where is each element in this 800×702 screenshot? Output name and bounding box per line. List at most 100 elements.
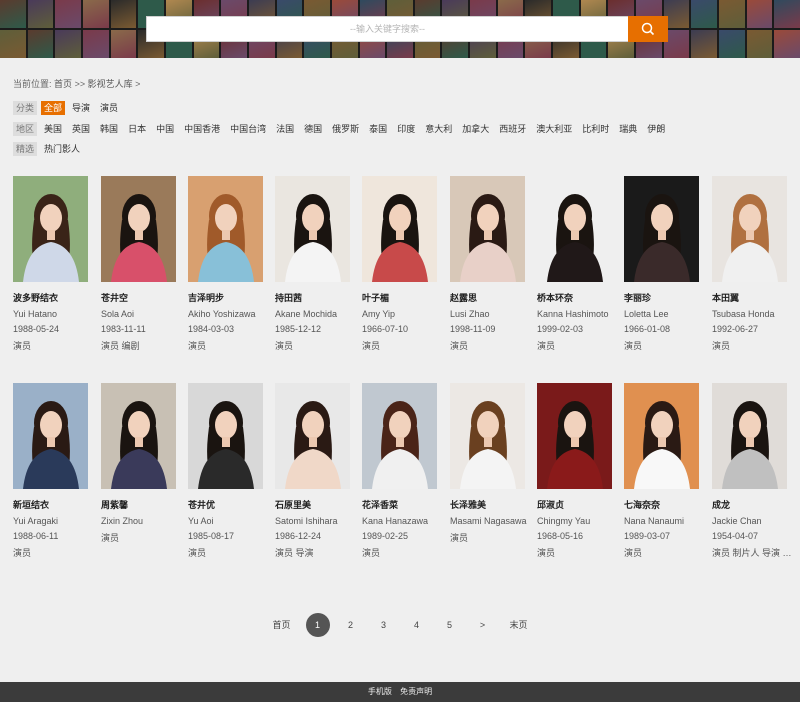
person-name[interactable]: 本田翼 bbox=[712, 291, 788, 304]
filter-option[interactable]: 演员 bbox=[97, 101, 121, 115]
person-photo[interactable] bbox=[188, 383, 263, 489]
filter-label-featured: 精选 bbox=[13, 142, 38, 156]
person-name[interactable]: 周紫馨 bbox=[101, 498, 177, 511]
filter-option[interactable]: 热门影人 bbox=[41, 142, 83, 156]
filter-option[interactable]: 德国 bbox=[301, 122, 325, 136]
filter-option[interactable]: 全部 bbox=[41, 101, 66, 115]
first-page-link[interactable]: 首页 bbox=[267, 613, 297, 637]
person-card[interactable]: 石原里美 Satomi Ishihara 1986-12-24 演员 导演 bbox=[275, 383, 351, 559]
page-number-link[interactable]: 2 bbox=[339, 613, 363, 637]
person-card[interactable]: 桥本环奈 Kanna Hashimoto 1999-02-03 演员 bbox=[537, 176, 613, 352]
person-photo[interactable] bbox=[450, 383, 525, 489]
next-page-link[interactable]: > bbox=[471, 613, 495, 637]
person-name[interactable]: 吉泽明步 bbox=[188, 291, 264, 304]
last-page-link[interactable]: 末页 bbox=[504, 613, 534, 637]
filter-option[interactable]: 中国 bbox=[153, 122, 177, 136]
page-number-link[interactable]: 5 bbox=[438, 613, 462, 637]
person-roles: 演员 bbox=[13, 341, 32, 351]
filter-option[interactable]: 加拿大 bbox=[459, 122, 492, 136]
person-name[interactable]: 长泽雅美 bbox=[450, 498, 526, 511]
filter-option[interactable]: 伊朗 bbox=[644, 122, 668, 136]
person-card[interactable]: 新垣结衣 Yui Aragaki 1988-06-11 演员 bbox=[13, 383, 89, 559]
person-name[interactable]: 成龙 bbox=[712, 498, 788, 511]
person-card[interactable]: 长泽雅美 Masami Nagasawa 演员 bbox=[450, 383, 527, 544]
poster-thumbnail bbox=[27, 30, 54, 58]
breadcrumb-home-link[interactable]: 首页 bbox=[54, 79, 72, 89]
person-name[interactable]: 苍井空 bbox=[101, 291, 177, 304]
person-name[interactable]: 赵露思 bbox=[450, 291, 526, 304]
poster-thumbnail bbox=[746, 0, 773, 28]
filter-option[interactable]: 美国 bbox=[41, 122, 65, 136]
search-input[interactable] bbox=[146, 16, 628, 42]
person-card[interactable]: 七海奈奈 Nana Nanaumi 1989-03-07 演员 bbox=[624, 383, 700, 559]
person-photo[interactable] bbox=[101, 176, 176, 282]
search-button[interactable] bbox=[628, 16, 668, 42]
person-photo[interactable] bbox=[188, 176, 263, 282]
person-english-name: Akane Mochida bbox=[275, 309, 338, 319]
person-name[interactable]: 苍井优 bbox=[188, 498, 264, 511]
person-photo[interactable] bbox=[624, 383, 699, 489]
person-card[interactable]: 成龙 Jackie Chan 1954-04-07 演员 制片人 导演 编剧 bbox=[712, 383, 792, 559]
filter-option[interactable]: 澳大利亚 bbox=[533, 122, 575, 136]
page-number-link[interactable]: 3 bbox=[372, 613, 396, 637]
person-name[interactable]: 持田茜 bbox=[275, 291, 351, 304]
person-name[interactable]: 叶子楣 bbox=[362, 291, 438, 304]
person-card[interactable]: 持田茜 Akane Mochida 1985-12-12 演员 bbox=[275, 176, 351, 352]
filter-option[interactable]: 英国 bbox=[69, 122, 93, 136]
person-roles: 演员 bbox=[362, 341, 381, 351]
person-name[interactable]: 花泽香菜 bbox=[362, 498, 438, 511]
person-photo[interactable] bbox=[537, 176, 612, 282]
person-card[interactable]: 李丽珍 Loletta Lee 1966-01-08 演员 bbox=[624, 176, 700, 352]
person-name[interactable]: 邱淑贞 bbox=[537, 498, 613, 511]
person-photo[interactable] bbox=[275, 176, 350, 282]
person-card[interactable]: 叶子楣 Amy Yip 1966-07-10 演员 bbox=[362, 176, 438, 352]
footer-disclaimer-link[interactable]: 免责声明 bbox=[400, 687, 432, 696]
person-name[interactable]: 桥本环奈 bbox=[537, 291, 613, 304]
person-photo[interactable] bbox=[712, 383, 787, 489]
breadcrumb-current-link[interactable]: 影视艺人库 bbox=[88, 79, 133, 89]
person-photo[interactable] bbox=[712, 176, 787, 282]
person-card[interactable]: 邱淑贞 Chingmy Yau 1968-05-16 演员 bbox=[537, 383, 613, 559]
person-photo[interactable] bbox=[362, 383, 437, 489]
filter-option[interactable]: 比利时 bbox=[579, 122, 612, 136]
filter-option[interactable]: 法国 bbox=[273, 122, 297, 136]
person-card[interactable]: 赵露思 Lusi Zhao 1998-11-09 演员 bbox=[450, 176, 526, 352]
filter-option[interactable]: 泰国 bbox=[366, 122, 390, 136]
person-card[interactable]: 波多野结衣 Yui Hatano 1988-05-24 演员 bbox=[13, 176, 89, 352]
filter-option[interactable]: 西班牙 bbox=[496, 122, 529, 136]
person-name[interactable]: 石原里美 bbox=[275, 498, 351, 511]
person-card[interactable]: 周紫馨 Zixin Zhou 演员 bbox=[101, 383, 177, 544]
person-birthdate: 1998-11-09 bbox=[450, 324, 496, 334]
person-card[interactable]: 苍井空 Sola Aoi 1983-11-11 演员 编剧 bbox=[101, 176, 177, 352]
person-name[interactable]: 七海奈奈 bbox=[624, 498, 700, 511]
filter-option[interactable]: 中国台湾 bbox=[227, 122, 269, 136]
person-card[interactable]: 花泽香菜 Kana Hanazawa 1989-02-25 演员 bbox=[362, 383, 438, 559]
person-photo[interactable] bbox=[450, 176, 525, 282]
person-english-name: Akiho Yoshizawa bbox=[188, 309, 256, 319]
person-name[interactable]: 新垣结衣 bbox=[13, 498, 89, 511]
filter-option[interactable]: 导演 bbox=[69, 101, 93, 115]
person-photo[interactable] bbox=[624, 176, 699, 282]
filter-option[interactable]: 瑞典 bbox=[616, 122, 640, 136]
person-name[interactable]: 波多野结衣 bbox=[13, 291, 89, 304]
person-photo[interactable] bbox=[275, 383, 350, 489]
person-photo[interactable] bbox=[101, 383, 176, 489]
page-number-link[interactable]: 1 bbox=[305, 613, 330, 637]
filter-option[interactable]: 韩国 bbox=[97, 122, 121, 136]
person-photo[interactable] bbox=[13, 176, 88, 282]
filter-option[interactable]: 中国香港 bbox=[181, 122, 223, 136]
footer-mobile-link[interactable]: 手机版 bbox=[368, 687, 392, 696]
person-card[interactable]: 苍井优 Yu Aoi 1985-08-17 演员 bbox=[188, 383, 264, 559]
filter-option[interactable]: 日本 bbox=[125, 122, 149, 136]
page-number-link[interactable]: 4 bbox=[405, 613, 429, 637]
filter-row-region: 地区 美国 英国 韩国 日本 中国 中国香港 中国台湾 法国 德国 俄罗斯 泰国 印度 意大利 加拿大 西班… bbox=[13, 122, 672, 136]
person-photo[interactable] bbox=[362, 176, 437, 282]
filter-option[interactable]: 印度 bbox=[394, 122, 418, 136]
person-card[interactable]: 吉泽明步 Akiho Yoshizawa 1984-03-03 演员 bbox=[188, 176, 264, 352]
person-photo[interactable] bbox=[537, 383, 612, 489]
person-name[interactable]: 李丽珍 bbox=[624, 291, 700, 304]
person-photo[interactable] bbox=[13, 383, 88, 489]
filter-option[interactable]: 俄罗斯 bbox=[329, 122, 362, 136]
person-card[interactable]: 本田翼 Tsubasa Honda 1992-06-27 演员 bbox=[712, 176, 788, 352]
filter-option[interactable]: 意大利 bbox=[422, 122, 455, 136]
